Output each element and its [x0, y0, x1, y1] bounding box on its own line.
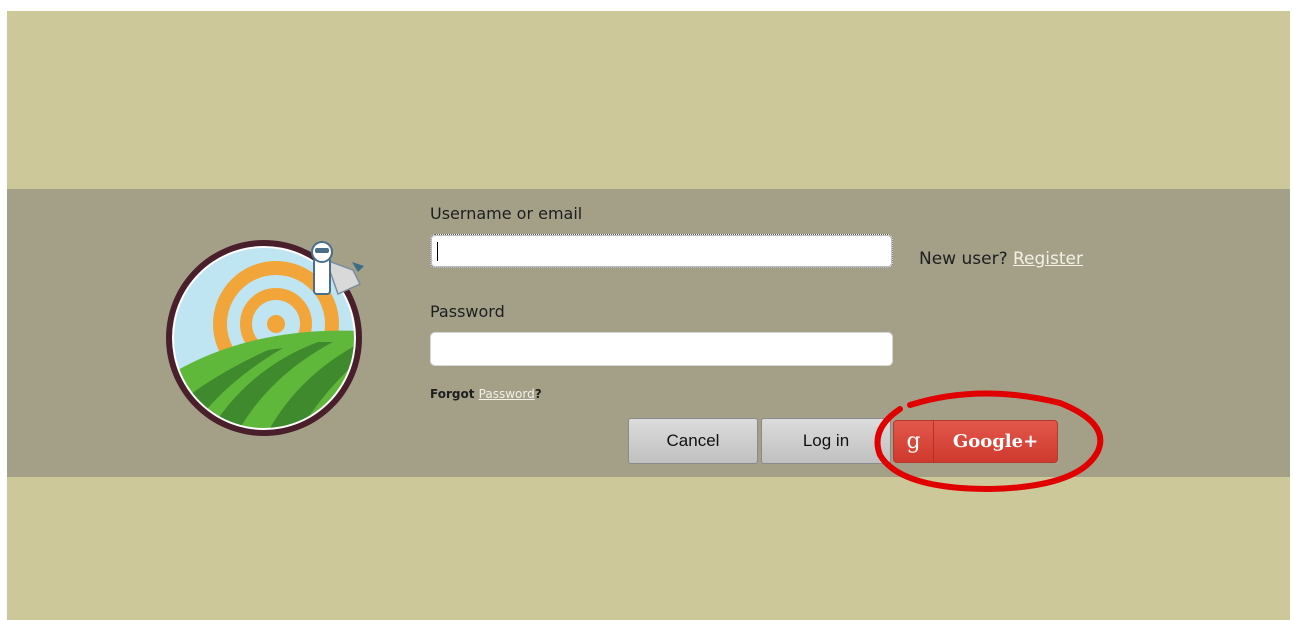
password-label: Password [430, 302, 505, 321]
logo-icon [166, 240, 364, 436]
password-input[interactable] [430, 332, 893, 366]
new-user-prompt: New user? Register [919, 249, 1083, 269]
register-link[interactable]: Register [1013, 249, 1083, 269]
username-input[interactable] [430, 234, 893, 268]
username-label: Username or email [430, 204, 583, 223]
forgot-password-link[interactable]: Password [479, 387, 535, 401]
red-circle-annotation [874, 390, 1104, 493]
forgot-password: Forgot Password? [430, 387, 542, 401]
forgot-suffix: ? [534, 387, 542, 401]
cancel-button[interactable]: Cancel [628, 418, 758, 464]
forgot-text: Forgot [430, 387, 475, 401]
text-caret [437, 242, 438, 261]
new-user-text: New user? [919, 249, 1008, 269]
